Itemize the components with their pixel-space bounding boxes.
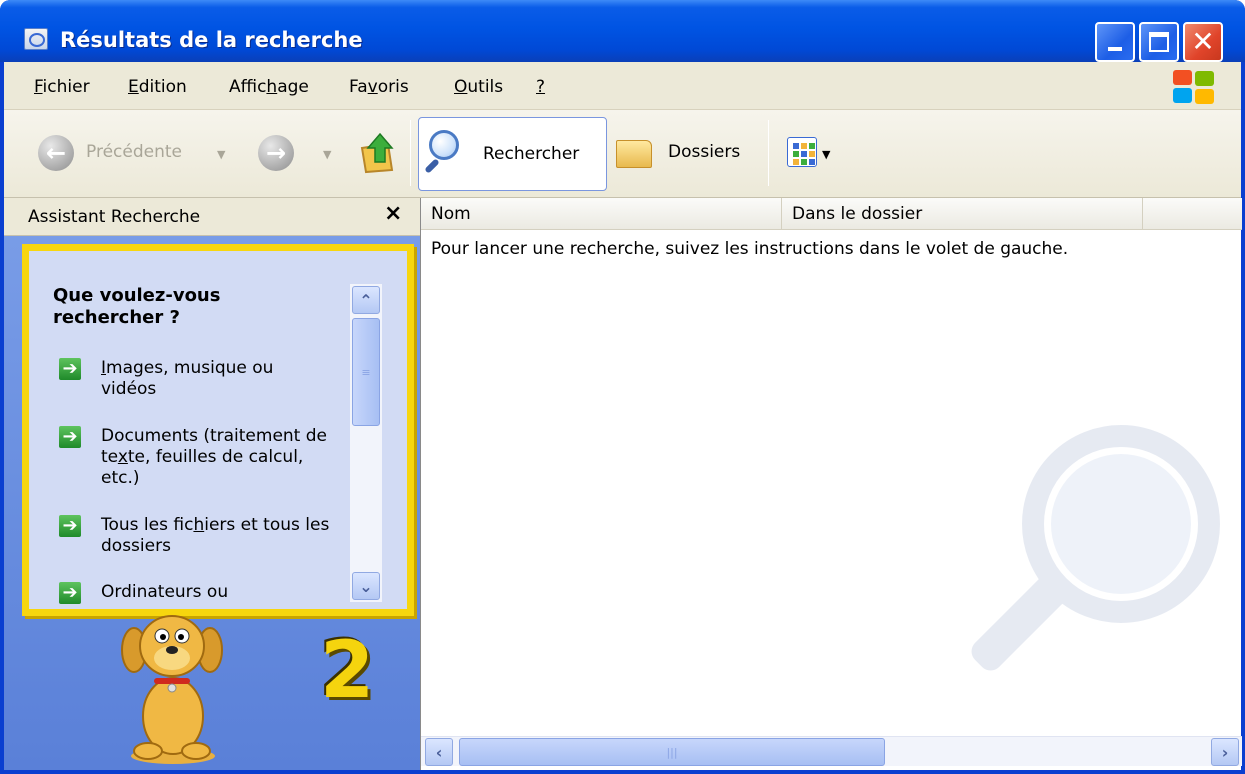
assistant-highlight-box: Que voulez-vous rechercher ? ➔ Images, m… xyxy=(22,244,414,616)
toolbar-separator xyxy=(410,120,411,186)
search-question: Que voulez-vous rechercher ? xyxy=(53,285,221,328)
forward-arrow-icon: → xyxy=(258,135,294,171)
folder-icon xyxy=(616,140,652,168)
column-dossier[interactable]: Dans le dossier xyxy=(782,198,1143,229)
scroll-thumb[interactable]: ≡ xyxy=(352,318,380,426)
minimize-icon xyxy=(1108,47,1122,51)
option-label: Ordinateurs ou xyxy=(101,582,229,602)
menu-bar: Fichier Edition Affichage Favoris Outils… xyxy=(4,62,1241,110)
menu-fichier[interactable]: Fichier xyxy=(34,77,90,97)
search-assistant-pane: Assistant Recherche × Que voulez-vous re… xyxy=(4,198,420,770)
back-label: Précédente xyxy=(86,142,182,162)
menu-affichage[interactable]: Affichage xyxy=(229,77,309,97)
folders-label: Dossiers xyxy=(668,142,741,162)
option-label: Tous les fichiers et tous les dossiers xyxy=(101,515,330,556)
menu-favoris[interactable]: Favoris xyxy=(349,77,409,97)
column-header: Nom Dans le dossier xyxy=(421,198,1242,230)
menu-edition[interactable]: Edition xyxy=(128,77,187,97)
close-icon: ✕ xyxy=(1191,25,1215,58)
forward-dropdown-icon[interactable]: ▼ xyxy=(323,148,331,161)
views-icon xyxy=(787,137,817,167)
up-folder-icon[interactable] xyxy=(358,130,398,174)
search-label: Rechercher xyxy=(483,144,580,164)
maximize-button[interactable] xyxy=(1139,22,1179,62)
windows-logo-icon xyxy=(1173,70,1215,104)
assistant-scrollbar[interactable]: ⌃ ≡ ⌄ xyxy=(350,284,382,602)
option-label: Documents (traitement de texte, feuilles… xyxy=(101,426,327,488)
toolbar: ← Précédente ▼ → ▼ Rechercher Dossiers ▼ xyxy=(4,110,1241,198)
search-instructions: Pour lancer une recherche, suivez les in… xyxy=(431,239,1069,259)
option-label: Images, musique ou vidéos xyxy=(101,358,274,399)
results-horizontal-scrollbar[interactable]: ‹ ||| › xyxy=(421,736,1242,766)
green-arrow-icon: ➔ xyxy=(59,582,81,604)
annotation-step-number: 2 xyxy=(320,626,375,716)
pane-header: Assistant Recherche × xyxy=(4,198,420,236)
toolbar-separator xyxy=(768,120,769,186)
scroll-up-button[interactable]: ⌃ xyxy=(352,286,380,314)
search-icon-handle xyxy=(424,158,440,174)
scroll-down-button[interactable]: ⌄ xyxy=(352,572,380,600)
magnifier-watermark-icon xyxy=(971,425,1220,671)
title-bar[interactable]: Résultats de la recherche ✕ xyxy=(0,0,1245,62)
green-arrow-icon: ➔ xyxy=(59,358,81,380)
window-title: Résultats de la recherche xyxy=(60,28,363,52)
column-nom[interactable]: Nom xyxy=(421,198,782,229)
green-arrow-icon: ➔ xyxy=(59,426,81,448)
back-dropdown-icon[interactable]: ▼ xyxy=(217,148,225,161)
views-dropdown-icon[interactable]: ▼ xyxy=(822,148,830,161)
pane-title: Assistant Recherche xyxy=(28,207,201,227)
search-window-icon xyxy=(24,28,48,50)
close-button[interactable]: ✕ xyxy=(1183,22,1223,62)
scroll-right-button[interactable]: › xyxy=(1211,738,1239,766)
back-arrow-icon: ← xyxy=(38,135,74,171)
menu-outils[interactable]: Outils xyxy=(454,77,503,97)
scroll-left-button[interactable]: ‹ xyxy=(425,738,453,766)
search-button[interactable]: Rechercher xyxy=(418,117,607,191)
pane-close-button[interactable]: × xyxy=(384,201,402,226)
search-icon xyxy=(429,130,459,160)
assistant-content: Que voulez-vous rechercher ? ➔ Images, m… xyxy=(29,251,339,609)
results-pane: Nom Dans le dossier Pour lancer une rech… xyxy=(420,198,1242,770)
green-arrow-icon: ➔ xyxy=(59,515,81,537)
search-companion-dog[interactable] xyxy=(118,606,228,766)
maximize-icon xyxy=(1149,32,1169,52)
menu-help[interactable]: ? xyxy=(536,77,545,97)
scroll-thumb[interactable]: ||| xyxy=(459,738,885,766)
explorer-window: Résultats de la recherche ✕ Fichier Edit… xyxy=(0,0,1245,774)
minimize-button[interactable] xyxy=(1095,22,1135,62)
